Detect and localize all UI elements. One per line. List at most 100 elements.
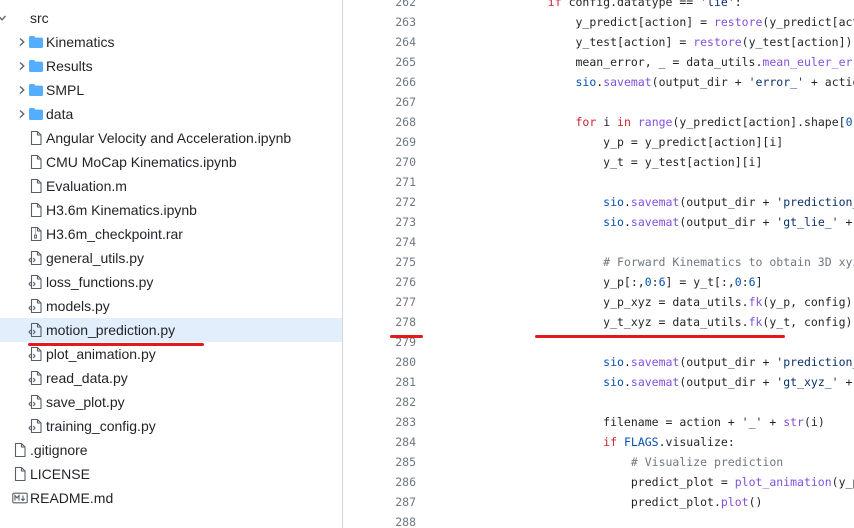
line-number[interactable]: 280 bbox=[343, 352, 416, 372]
code-token: 'prediction_xyz_' bbox=[776, 355, 854, 369]
code-token: '_' bbox=[741, 415, 763, 429]
tree-item-label: Kinematics bbox=[46, 34, 115, 50]
line-number[interactable]: 287 bbox=[343, 492, 416, 512]
tree-item-readme-md[interactable]: README.md bbox=[0, 486, 342, 510]
file-code-icon bbox=[28, 274, 42, 290]
line-number[interactable]: 273 bbox=[343, 212, 416, 232]
tree-item-loss-functions-py[interactable]: loss_functions.py bbox=[0, 270, 342, 294]
code-text: mean_error, _ = data_utils.mean_euler_er… bbox=[437, 52, 854, 72]
line-number[interactable]: 281 bbox=[343, 372, 416, 392]
line-number[interactable]: 269 bbox=[343, 132, 416, 152]
code-line: 282 bbox=[343, 392, 854, 412]
code-text: y_p[:,0:6] = y_t[:,0:6] bbox=[437, 272, 762, 292]
file-zip-icon bbox=[30, 226, 42, 242]
line-number[interactable]: 276 bbox=[343, 272, 416, 292]
line-number[interactable]: 277 bbox=[343, 292, 416, 312]
code-token: : bbox=[651, 275, 659, 289]
line-number[interactable]: 288 bbox=[343, 512, 416, 528]
tree-item-results[interactable]: Results bbox=[0, 54, 342, 78]
code-token: fk bbox=[748, 295, 763, 309]
tree-item-data[interactable]: data bbox=[0, 102, 342, 126]
tree-item-kinematics[interactable]: Kinematics bbox=[0, 30, 342, 54]
tree-item-gitignore[interactable]: .gitignore bbox=[0, 438, 342, 462]
code-token: 'gt_lie_' bbox=[776, 215, 839, 229]
code-token: ] = y_t[:, bbox=[665, 275, 735, 289]
code-token: # Forward Kinematics to obtain 3D xyz lo… bbox=[603, 255, 854, 269]
code-line: 263 y_predict[action] = restore(y_predic… bbox=[343, 12, 854, 32]
line-number[interactable]: 264 bbox=[343, 32, 416, 52]
code-line: 288 bbox=[343, 512, 854, 528]
tree-item-smpl[interactable]: SMPL bbox=[0, 78, 342, 102]
tree-item-save-plot-py[interactable]: save_plot.py bbox=[0, 390, 342, 414]
code-token: .visualize: bbox=[658, 435, 735, 449]
line-number[interactable]: 267 bbox=[343, 92, 416, 112]
tree-item-label: Results bbox=[46, 58, 93, 74]
tree-item-src[interactable]: src bbox=[0, 6, 342, 30]
line-number[interactable]: 275 bbox=[343, 252, 416, 272]
tree-item-motion-prediction-py[interactable]: motion_prediction.py bbox=[0, 318, 342, 342]
line-number[interactable]: 284 bbox=[343, 432, 416, 452]
line-number[interactable]: 286 bbox=[343, 472, 416, 492]
line-number[interactable]: 271 bbox=[343, 172, 416, 192]
line-number[interactable]: 263 bbox=[343, 12, 416, 32]
line-number[interactable]: 274 bbox=[343, 232, 416, 252]
chevron-right-icon[interactable] bbox=[17, 61, 27, 71]
chevron-right-icon[interactable] bbox=[17, 37, 27, 47]
code-token: filename = action + bbox=[437, 415, 742, 429]
code-token: + bbox=[762, 415, 784, 429]
code-token: . bbox=[623, 195, 631, 209]
code-token: (i) bbox=[803, 415, 825, 429]
tree-item-evaluation-m[interactable]: Evaluation.m bbox=[0, 174, 342, 198]
code-token: 0 bbox=[845, 115, 853, 129]
tree-item-h3-6m-kinematics-ipynb[interactable]: H3.6m Kinematics.ipynb bbox=[0, 198, 342, 222]
line-number[interactable]: 270 bbox=[343, 152, 416, 172]
file-icon bbox=[30, 178, 42, 194]
tree-item-label: plot_animation.py bbox=[46, 346, 156, 362]
line-number[interactable]: 285 bbox=[343, 452, 416, 472]
chevron-right-icon[interactable] bbox=[17, 85, 27, 95]
line-number[interactable]: 272 bbox=[343, 192, 416, 212]
line-number[interactable]: 283 bbox=[343, 412, 416, 432]
code-text: y_t = y_test[action][i] bbox=[437, 152, 762, 172]
tree-item-general-utils-py[interactable]: general_utils.py bbox=[0, 246, 342, 270]
line-number[interactable]: 265 bbox=[343, 52, 416, 72]
code-token: . bbox=[623, 375, 631, 389]
tree-item-models-py[interactable]: models.py bbox=[0, 294, 342, 318]
line-number[interactable]: 262 bbox=[343, 0, 416, 12]
tree-item-label: save_plot.py bbox=[46, 394, 125, 410]
code-token: y_predict[action] = bbox=[437, 15, 714, 29]
code-token: (output_dir + bbox=[651, 75, 749, 89]
code-token: savemat bbox=[630, 375, 680, 389]
line-number[interactable]: 282 bbox=[343, 392, 416, 412]
code-token: (y_p, config) bbox=[762, 295, 853, 309]
code-token: restore bbox=[693, 35, 742, 49]
tree-item-training-config-py[interactable]: training_config.py bbox=[0, 414, 342, 438]
code-line: 278 y_t_xyz = data_utils.fk(y_t, config) bbox=[343, 312, 854, 332]
file-code-icon bbox=[28, 322, 42, 338]
code-token: if bbox=[547, 0, 562, 9]
line-number[interactable]: 278 bbox=[343, 312, 416, 332]
code-token: 6 bbox=[658, 275, 666, 289]
code-text: sio.savemat(output_dir + 'prediction_xyz… bbox=[437, 352, 854, 372]
tree-item-angular-velocity-and-acceleration-ipynb[interactable]: Angular Velocity and Acceleration.ipynb bbox=[0, 126, 342, 150]
code-token: sio bbox=[603, 355, 624, 369]
tree-item-read-data-py[interactable]: read_data.py bbox=[0, 366, 342, 390]
tree-item-label: Angular Velocity and Acceleration.ipynb bbox=[46, 130, 292, 146]
tree-item-h3-6m-checkpoint-rar[interactable]: H3.6m_checkpoint.rar bbox=[0, 222, 342, 246]
folder-icon bbox=[29, 60, 43, 72]
chevron-down-icon[interactable] bbox=[0, 13, 7, 23]
tree-item-label: read_data.py bbox=[46, 370, 128, 386]
line-number[interactable]: 268 bbox=[343, 112, 416, 132]
code-line: 275 # Forward Kinematics to obtain 3D xy… bbox=[343, 252, 854, 272]
tree-item-cmu-mocap-kinematics-ipynb[interactable]: CMU MoCap Kinematics.ipynb bbox=[0, 150, 342, 174]
chevron-right-icon[interactable] bbox=[17, 109, 27, 119]
code-token: : bbox=[734, 0, 742, 9]
line-number[interactable]: 266 bbox=[343, 72, 416, 92]
code-token: y_p = y_predict[action][i] bbox=[437, 135, 784, 149]
tree-item-license[interactable]: LICENSE bbox=[0, 462, 342, 486]
